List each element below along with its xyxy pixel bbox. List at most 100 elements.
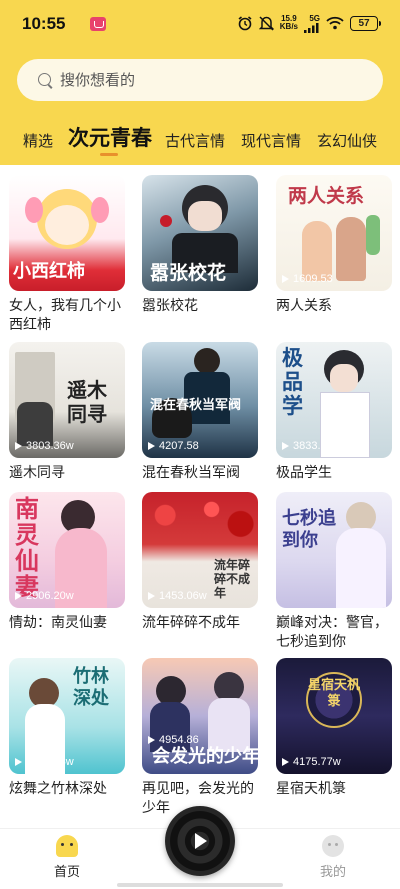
book-cover: 星宿天机箓 4175.77w — [276, 658, 392, 774]
book-title: 炫舞之竹林深处 — [9, 781, 107, 797]
play-count: 1609.53 — [282, 273, 333, 285]
cover-title: 流年碎碎不成年 — [214, 558, 251, 600]
play-icon — [148, 736, 155, 744]
player-disc-button[interactable] — [165, 806, 235, 876]
book-title: 两人关系 — [276, 298, 332, 314]
play-count: 4954.86 — [148, 734, 199, 746]
mute-icon — [258, 16, 274, 31]
wifi-icon — [326, 16, 344, 30]
play-icon — [148, 442, 155, 450]
play-icon — [195, 833, 207, 849]
cover-title: 南灵仙妻 — [15, 495, 39, 601]
play-count-value: 1609.53 — [293, 273, 333, 285]
tab-youth[interactable]: 次元青春 — [68, 122, 152, 152]
book-card[interactable]: 极品学 3833.68w 极品学生 — [276, 342, 392, 483]
net-speed: 15.9 KB/s — [280, 15, 298, 31]
play-count-value: 3803.36w — [26, 440, 74, 452]
book-cover: 遥木同寻 3803.36w — [9, 342, 125, 458]
book-card[interactable]: 小西红柿 女人，我有几个小西红柿 — [9, 175, 125, 335]
book-card[interactable]: 七秒追到你 巅峰对决：警官，七秒追到你 — [276, 492, 392, 652]
book-card[interactable]: 星宿天机箓 4175.77w 星宿天机箓 — [276, 658, 392, 799]
book-card[interactable]: 两人关系 1609.53 两人关系 — [276, 175, 392, 316]
active-tab-indicator — [100, 153, 118, 156]
book-cover: 极品学 3833.68w — [276, 342, 392, 458]
book-cover: 小西红柿 — [9, 175, 125, 291]
play-icon — [15, 758, 22, 766]
category-tabs: 精选 次元青春 古代言情 现代言情 玄幻仙侠 — [0, 118, 400, 160]
play-count-value: 4954.86 — [159, 734, 199, 746]
book-cover: 两人关系 1609.53 — [276, 175, 392, 291]
net-speed-unit: KB/s — [279, 22, 298, 31]
profile-icon — [322, 835, 344, 857]
tab-ancient-romance[interactable]: 古代言情 — [165, 130, 225, 151]
play-count-value: 4207.58 — [159, 440, 199, 452]
status-icons: 15.9 KB/s 5G 57 — [237, 13, 381, 33]
home-indicator — [117, 883, 283, 887]
status-time: 10:55 — [22, 14, 66, 33]
play-icon — [282, 758, 289, 766]
app-notification-icon — [90, 17, 106, 31]
book-cover: 嚣张校花 — [142, 175, 258, 291]
play-count: 4207.58 — [148, 440, 199, 452]
book-cover: 会发光的少年 4954.86 — [142, 658, 258, 774]
tab-featured[interactable]: 精选 — [23, 130, 53, 151]
book-title: 混在春秋当军阀 — [142, 465, 240, 481]
network-type: 5G — [309, 13, 320, 23]
book-cover: 流年碎碎不成年 1453.06w — [142, 492, 258, 608]
cover-title: 遥木同寻 — [67, 378, 107, 426]
tab-fantasy[interactable]: 玄幻仙侠 — [317, 130, 377, 151]
book-title: 极品学生 — [276, 465, 332, 481]
play-count: 4175.77w — [282, 756, 341, 768]
play-count: 3833.68w — [282, 440, 341, 452]
play-icon — [282, 275, 289, 283]
play-count-value: 2906.20w — [26, 590, 74, 602]
cover-title: 七秒追到你 — [282, 508, 336, 551]
book-card[interactable]: 竹林深处 2382.28w 炫舞之竹林深处 — [9, 658, 125, 799]
search-bar[interactable] — [17, 59, 383, 101]
tab-modern-romance[interactable]: 现代言情 — [241, 130, 301, 151]
book-title: 遥木同寻 — [9, 465, 65, 481]
nav-mine[interactable]: 我的 — [313, 835, 353, 880]
play-count: 1453.06w — [148, 590, 207, 602]
play-count-value: 3833.68w — [293, 440, 341, 452]
play-icon — [15, 592, 22, 600]
book-title: 女人，我有几个小西红柿 — [9, 298, 121, 333]
battery-icon: 57 — [350, 15, 381, 31]
signal-icon — [304, 22, 319, 33]
cover-title: 极品学 — [282, 346, 303, 418]
book-cover: 混在春秋当军阀 4207.58 — [142, 342, 258, 458]
play-count: 2906.20w — [15, 590, 74, 602]
book-card[interactable]: 南灵仙妻 2906.20w 情劫：南灵仙妻 — [9, 492, 125, 633]
cover-title: 混在春秋当军阀 — [150, 398, 242, 413]
cellular-signal: 5G — [304, 14, 320, 33]
cover-title: 嚣张校花 — [150, 262, 227, 284]
play-count-value: 1453.06w — [159, 590, 207, 602]
book-card[interactable]: 会发光的少年 4954.86 再见吧，会发光的少年 — [142, 658, 258, 818]
cover-title: 竹林深处 — [73, 666, 109, 709]
search-input[interactable] — [60, 71, 340, 89]
book-cover: 七秒追到你 — [276, 492, 392, 608]
play-count: 3803.36w — [15, 440, 74, 452]
book-cover: 南灵仙妻 2906.20w — [9, 492, 125, 608]
book-card[interactable]: 流年碎碎不成年 1453.06w 流年碎碎不成年 — [142, 492, 258, 633]
book-title: 巅峰对决：警官，七秒追到你 — [276, 615, 388, 650]
book-title: 情劫：南灵仙妻 — [9, 615, 107, 631]
nav-mine-label: 我的 — [319, 865, 346, 880]
home-icon — [56, 835, 78, 857]
book-title: 星宿天机箓 — [276, 781, 346, 797]
cover-title: 两人关系 — [288, 185, 365, 207]
book-cover: 竹林深处 2382.28w — [9, 658, 125, 774]
book-card[interactable]: 嚣张校花 嚣张校花 — [142, 175, 258, 316]
book-card[interactable]: 混在春秋当军阀 4207.58 混在春秋当军阀 — [142, 342, 258, 483]
book-title: 嚣张校花 — [142, 298, 198, 314]
header-area: 10:55 15.9 KB/s 5G 57 精选 次元青春 古代言情 现代言情 … — [0, 0, 400, 165]
play-count-value: 4175.77w — [293, 756, 341, 768]
play-icon — [148, 592, 155, 600]
search-icon — [37, 72, 54, 89]
book-card[interactable]: 遥木同寻 3803.36w 遥木同寻 — [9, 342, 125, 483]
nav-home[interactable]: 首页 — [47, 835, 87, 880]
cover-title: 小西红柿 — [13, 261, 85, 282]
play-icon — [15, 442, 22, 450]
status-bar: 10:55 15.9 KB/s 5G 57 — [0, 0, 400, 48]
alarm-icon — [238, 16, 252, 31]
